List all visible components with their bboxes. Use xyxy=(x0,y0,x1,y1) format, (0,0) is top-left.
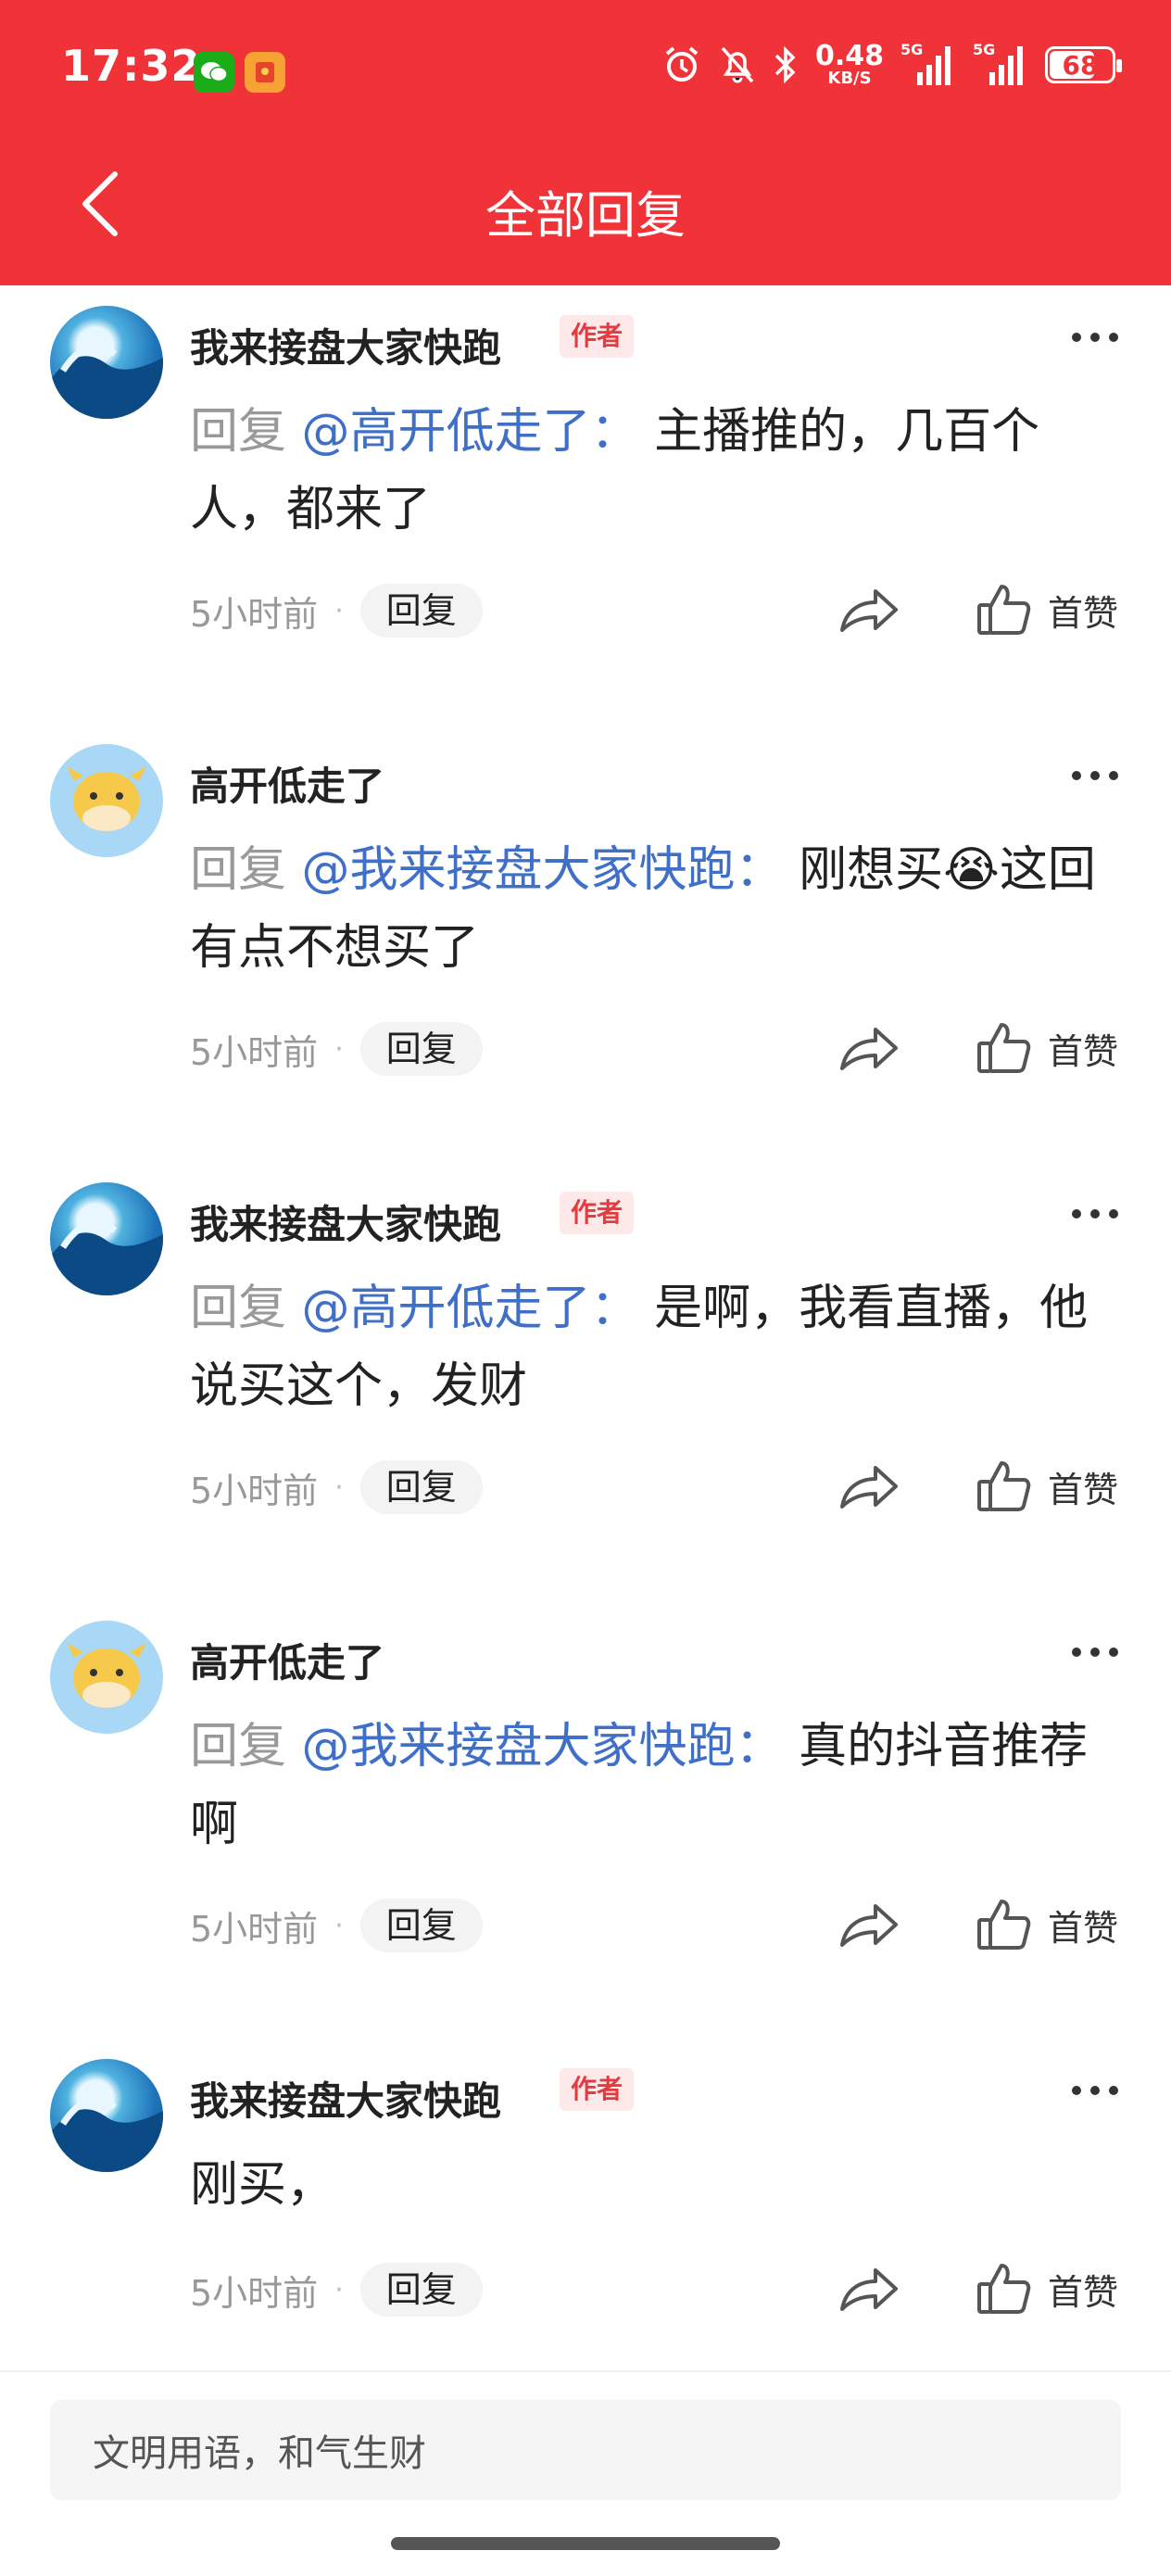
like-label: 首赞 xyxy=(1048,2271,1119,2313)
timestamp: 5小时前 xyxy=(190,1470,319,1511)
status-time: 17:32 xyxy=(61,41,202,91)
like-label: 首赞 xyxy=(1048,1469,1119,1510)
like-button[interactable]: 首赞 xyxy=(976,1018,1118,1078)
like-button[interactable]: 首赞 xyxy=(976,2259,1118,2318)
net-speed: 0.48 KB/S xyxy=(814,40,884,88)
wechat-icon xyxy=(194,52,234,93)
share-button[interactable] xyxy=(837,2261,901,2317)
comment-content: 回复 @高开低走了： 是啊，我看直播，他说买这个，发财 xyxy=(190,1281,1089,1414)
signal-2: 5G xyxy=(973,41,1028,87)
more-button[interactable] xyxy=(1065,2072,1125,2109)
comment-meta: 5小时前 · 回复 xyxy=(190,2263,483,2317)
timestamp: 5小时前 xyxy=(190,1908,319,1950)
avatar[interactable] xyxy=(50,744,163,857)
page-title: 全部回复 xyxy=(485,186,686,245)
thumb-up-icon xyxy=(977,1023,1031,1073)
share-button[interactable] xyxy=(837,1458,901,1514)
thumb-up-icon xyxy=(977,585,1031,635)
reply-button[interactable]: 回复 xyxy=(359,1022,483,1076)
bottom-input-bar: 文明用语，和气生财 xyxy=(0,2370,1171,2576)
mention-link[interactable]: @我来接盘大家快跑： xyxy=(302,842,784,898)
timestamp: 5小时前 xyxy=(190,1031,319,1073)
more-button[interactable] xyxy=(1065,757,1125,794)
app-root: 17:32 0.48 KB/S 5G 5G 68 全部回复 我来接盘大家快跑 作… xyxy=(0,0,1171,2576)
comment-input[interactable]: 文明用语，和气生财 xyxy=(50,2400,1121,2500)
red-packet-icon xyxy=(245,52,285,93)
comment-meta: 5小时前 · 回复 xyxy=(190,1899,483,1952)
comment-content: 回复 @我来接盘大家快跑： 刚想买😭这回有点不想买了 xyxy=(190,842,1096,976)
alarm-icon xyxy=(665,46,699,82)
like-button[interactable]: 首赞 xyxy=(976,1457,1118,1516)
username[interactable]: 高开低走了 xyxy=(190,755,384,812)
mute-icon xyxy=(721,46,754,83)
comment-list: 我来接盘大家快跑 作者 回复 @高开低走了： 主播推的，几百个人，都来了 5小时… xyxy=(0,285,1171,2317)
home-indicator[interactable] xyxy=(391,2537,780,2550)
reply-button[interactable]: 回复 xyxy=(359,584,483,638)
like-label: 首赞 xyxy=(1048,592,1119,634)
reply-button[interactable]: 回复 xyxy=(359,2263,483,2317)
status-icons: 0.48 KB/S 5G 5G 68 xyxy=(661,40,1122,88)
share-icon xyxy=(840,1466,898,1509)
avatar[interactable] xyxy=(50,1621,163,1734)
avatar[interactable] xyxy=(50,1182,163,1295)
more-button[interactable] xyxy=(1065,1195,1125,1232)
comment-meta: 5小时前 · 回复 xyxy=(190,584,483,638)
share-button[interactable] xyxy=(837,1897,901,1952)
comment-item: 我来接盘大家快跑 作者 回复 @高开低走了： 是啊，我看直播，他说买这个，发财 … xyxy=(0,1162,1171,1600)
avatar[interactable] xyxy=(50,2059,163,2172)
mention-link[interactable]: @我来接盘大家快跑： xyxy=(302,1719,784,1774)
thumb-up-icon xyxy=(977,1461,1031,1511)
comment-meta: 5小时前 · 回复 xyxy=(190,1022,483,1076)
like-label: 首赞 xyxy=(1048,1030,1119,1072)
comment-content: 回复 @我来接盘大家快跑： 真的抖音推荐啊 xyxy=(190,1719,1089,1852)
comment-item: 高开低走了 回复 @我来接盘大家快跑： 真的抖音推荐啊 5小时前 · 回复 首赞 xyxy=(0,1600,1171,2039)
reply-button[interactable]: 回复 xyxy=(359,1460,483,1514)
thumb-up-icon xyxy=(977,1900,1031,1950)
top-bar: 17:32 0.48 KB/S 5G 5G 68 全部回复 xyxy=(0,0,1171,285)
reply-button[interactable]: 回复 xyxy=(359,1899,483,1952)
username[interactable]: 高开低走了 xyxy=(190,1632,384,1688)
share-icon xyxy=(840,589,898,632)
emoji: 😭 xyxy=(943,842,1000,898)
bluetooth-icon xyxy=(774,45,796,84)
username[interactable]: 我来接盘大家快跑 xyxy=(190,317,501,373)
author-badge: 作者 xyxy=(560,1192,635,1234)
mention-link[interactable]: @高开低走了： xyxy=(302,404,639,460)
author-badge: 作者 xyxy=(560,2068,635,2111)
thumb-up-icon xyxy=(977,2264,1031,2314)
comment-item: 我来接盘大家快跑 作者 回复 @高开低走了： 主播推的，几百个人，都来了 5小时… xyxy=(0,285,1171,724)
like-button[interactable]: 首赞 xyxy=(976,1895,1118,1954)
comment-meta: 5小时前 · 回复 xyxy=(190,1460,483,1514)
like-label: 首赞 xyxy=(1048,1907,1119,1949)
like-button[interactable]: 首赞 xyxy=(976,580,1118,639)
mention-link[interactable]: @高开低走了： xyxy=(302,1281,639,1336)
share-icon xyxy=(840,1904,898,1947)
comment-content: 回复 @高开低走了： 主播推的，几百个人，都来了 xyxy=(190,404,1040,537)
author-badge: 作者 xyxy=(560,315,635,358)
share-button[interactable] xyxy=(837,582,901,638)
timestamp: 5小时前 xyxy=(190,593,319,635)
more-button[interactable] xyxy=(1065,319,1125,356)
battery-indicator: 68 xyxy=(1045,46,1122,83)
timestamp: 5小时前 xyxy=(190,2272,319,2314)
share-button[interactable] xyxy=(837,1020,901,1076)
avatar[interactable] xyxy=(50,306,163,419)
username[interactable]: 我来接盘大家快跑 xyxy=(190,2070,501,2127)
comment-item: 高开低走了 回复 @我来接盘大家快跑： 刚想买😭这回有点不想买了 5小时前 · … xyxy=(0,724,1171,1162)
comment-content: 刚买， xyxy=(190,2157,335,2213)
share-icon xyxy=(840,2268,898,2311)
share-icon xyxy=(840,1028,898,1070)
username[interactable]: 我来接盘大家快跑 xyxy=(190,1193,501,1250)
more-button[interactable] xyxy=(1065,1634,1125,1671)
signal-1: 5G xyxy=(900,41,956,87)
